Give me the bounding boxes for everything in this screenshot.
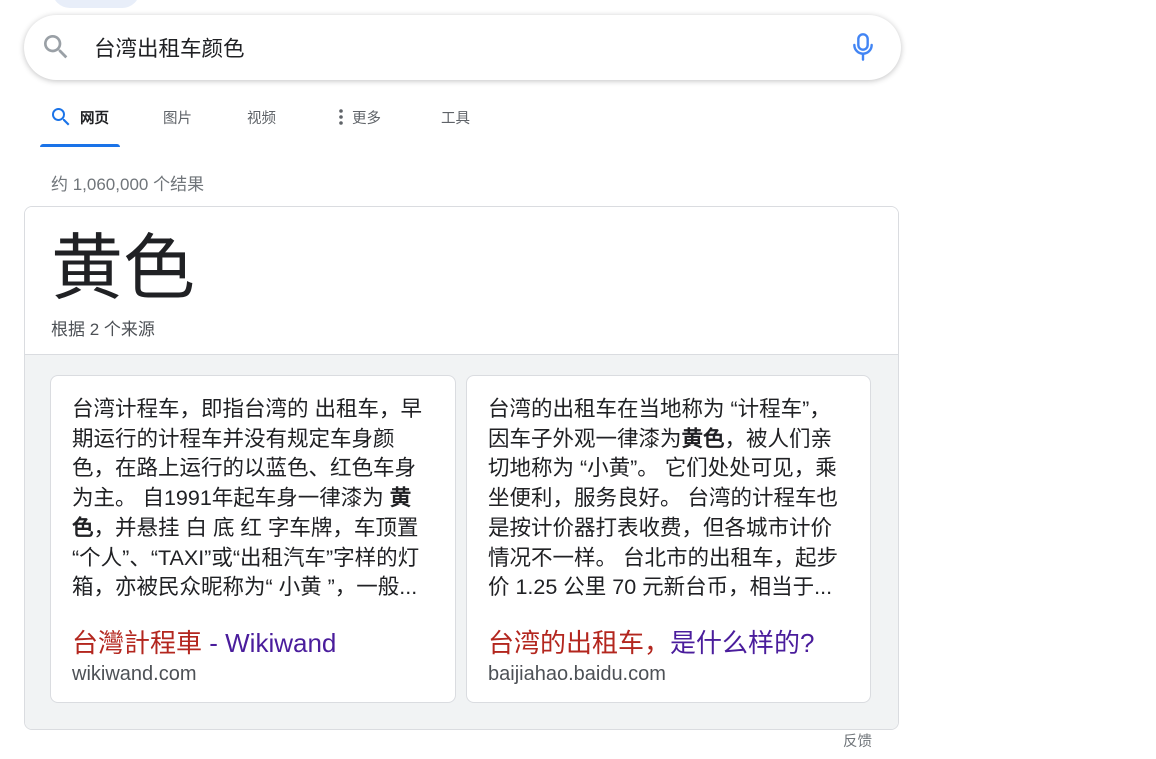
result-stats: 约 1,060,000 个结果 [51,175,205,194]
snippet-text: ，并悬挂 白 底 红 字车牌，车顶置 [93,515,419,540]
snippet-line: 色，在路上运行的以蓝色、红色车身 [72,454,422,484]
source-card-wikiwand[interactable]: 台湾计程车，即指台湾的 出租车，早 期运行的计程车并没有规定车身颜 色，在路上运… [50,375,456,703]
snippet-line: 为主。 自1991年起车身一律漆为 黄 [72,484,422,514]
snippet-text: 价 1.25 公里 70 元新台币，相当于... [488,575,833,600]
search-tabs: 网页 图片 视频 更多 工具 [0,93,900,149]
tab-label: 更多 [352,110,381,127]
snippet-line: 因车子外观一律漆为黄色，被人们亲 [488,425,838,455]
tab-label: 网页 [80,110,109,127]
tab-tools[interactable]: 工具 [441,93,470,141]
snippet-text: 情况不一样。 台北市的出租车，起步 [488,545,838,570]
source-snippet: 台湾的出租车在当地称为 “计程车”， 因车子外观一律漆为黄色，被人们亲 切地称为… [488,395,838,603]
answer-title: 黄色 [51,229,196,309]
source-title-link[interactable]: 台灣計程車 - Wikiwand [72,626,336,660]
snippet-highlight: 黄色 [681,426,725,451]
snippet-text: 为主。 自1991年起车身一律漆为 [72,486,390,511]
snippet-line: 期运行的计程车并没有规定车身颜 [72,425,422,455]
snippet-line: “个人”、“TAXI”或“出租汽车”字样的灯 [72,544,422,574]
snippet-highlight: 色 [72,515,94,540]
source-domain: wikiwand.com [72,663,197,685]
answer-sources-panel: 台湾计程车，即指台湾的 出租车，早 期运行的计程车并没有规定车身颜 色，在路上运… [25,355,898,729]
search-box [24,15,901,80]
search-input[interactable] [94,16,824,79]
tab-images[interactable]: 图片 [163,93,192,141]
answer-source-count: 根据 2 个来源 [51,320,155,339]
snippet-text: 切地称为 “小黄”。 它们处处可见，乘 [488,456,837,481]
snippet-text: 台湾计程车，即指台湾的 出租车，早 [72,397,422,421]
search-icon [49,105,73,129]
source-card-baidu[interactable]: 台湾的出租车在当地称为 “计程车”， 因车子外观一律漆为黄色，被人们亲 切地称为… [466,375,871,703]
snippet-text: 因车子外观一律漆为 [488,426,682,451]
active-tab-indicator [40,144,120,147]
snippet-text: 期运行的计程车并没有规定车身颜 [72,426,395,451]
featured-answer-card: 黄色 根据 2 个来源 台湾计程车，即指台湾的 出租车，早 期运行的计程车并没有… [24,206,899,730]
source-title-text[interactable]: - Wikiwand [202,628,336,658]
source-title-text[interactable]: 是什么样的? [670,628,814,658]
source-snippet: 台湾计程车，即指台湾的 出租车，早 期运行的计程车并没有规定车身颜 色，在路上运… [72,395,422,603]
tab-more[interactable]: 更多 [338,93,381,141]
filter-chip[interactable] [52,0,140,8]
mic-icon[interactable] [847,31,879,63]
snippet-line: 情况不一样。 台北市的出租车，起步 [488,544,838,574]
source-domain: baijiahao.baidu.com [488,663,666,685]
snippet-line: 价 1.25 公里 70 元新台币，相当于... [488,573,838,603]
snippet-text: 色，在路上运行的以蓝色、红色车身 [72,456,417,481]
search-icon-graphic [44,35,68,59]
tab-web[interactable]: 网页 [49,93,109,141]
tab-videos[interactable]: 视频 [247,93,276,141]
snippet-line: 箱，亦被民众昵称为“ 小黄 ”，一般... [72,573,422,603]
more-vert-icon [338,108,344,126]
source-title-match[interactable]: 台灣計程車 [72,628,202,658]
snippet-text: 箱，亦被民众昵称为“ 小黄 ”，一般... [72,575,418,600]
snippet-highlight: 黄 [389,486,412,511]
tab-label: 工具 [441,110,470,127]
snippet-line: 坐便利，服务良好。 台湾的计程车也 [488,484,838,514]
answer-header: 黄色 根据 2 个来源 [25,207,898,355]
snippet-text: ，被人们亲 [724,426,833,451]
tab-label: 视频 [247,110,276,127]
snippet-text: 台湾的出租车在当地称为 “计程车”， [488,397,831,421]
mic-icon-graphic [853,33,873,61]
snippet-line: 台湾的出租车在当地称为 “计程车”， [488,395,838,425]
source-title-match[interactable]: 台湾的出租车， [488,628,670,658]
tab-label: 图片 [163,110,192,127]
search-icon[interactable] [40,31,72,63]
snippet-line: 切地称为 “小黄”。 它们处处可见，乘 [488,454,838,484]
feedback-link[interactable]: 反馈 [843,733,872,751]
source-title-link[interactable]: 台湾的出租车，是什么样的? [488,626,814,660]
snippet-line: 是按计价器打表收费，但各城市计价 [488,514,838,544]
snippet-text: “个人”、“TAXI”或“出租汽车”字样的灯 [72,545,420,570]
snippet-line: 台湾计程车，即指台湾的 出租车，早 [72,395,422,425]
snippet-text: 坐便利，服务良好。 台湾的计程车也 [488,486,838,511]
snippet-line: 色，并悬挂 白 底 红 字车牌，车顶置 [72,514,422,544]
snippet-text: 是按计价器打表收费，但各城市计价 [488,515,833,540]
